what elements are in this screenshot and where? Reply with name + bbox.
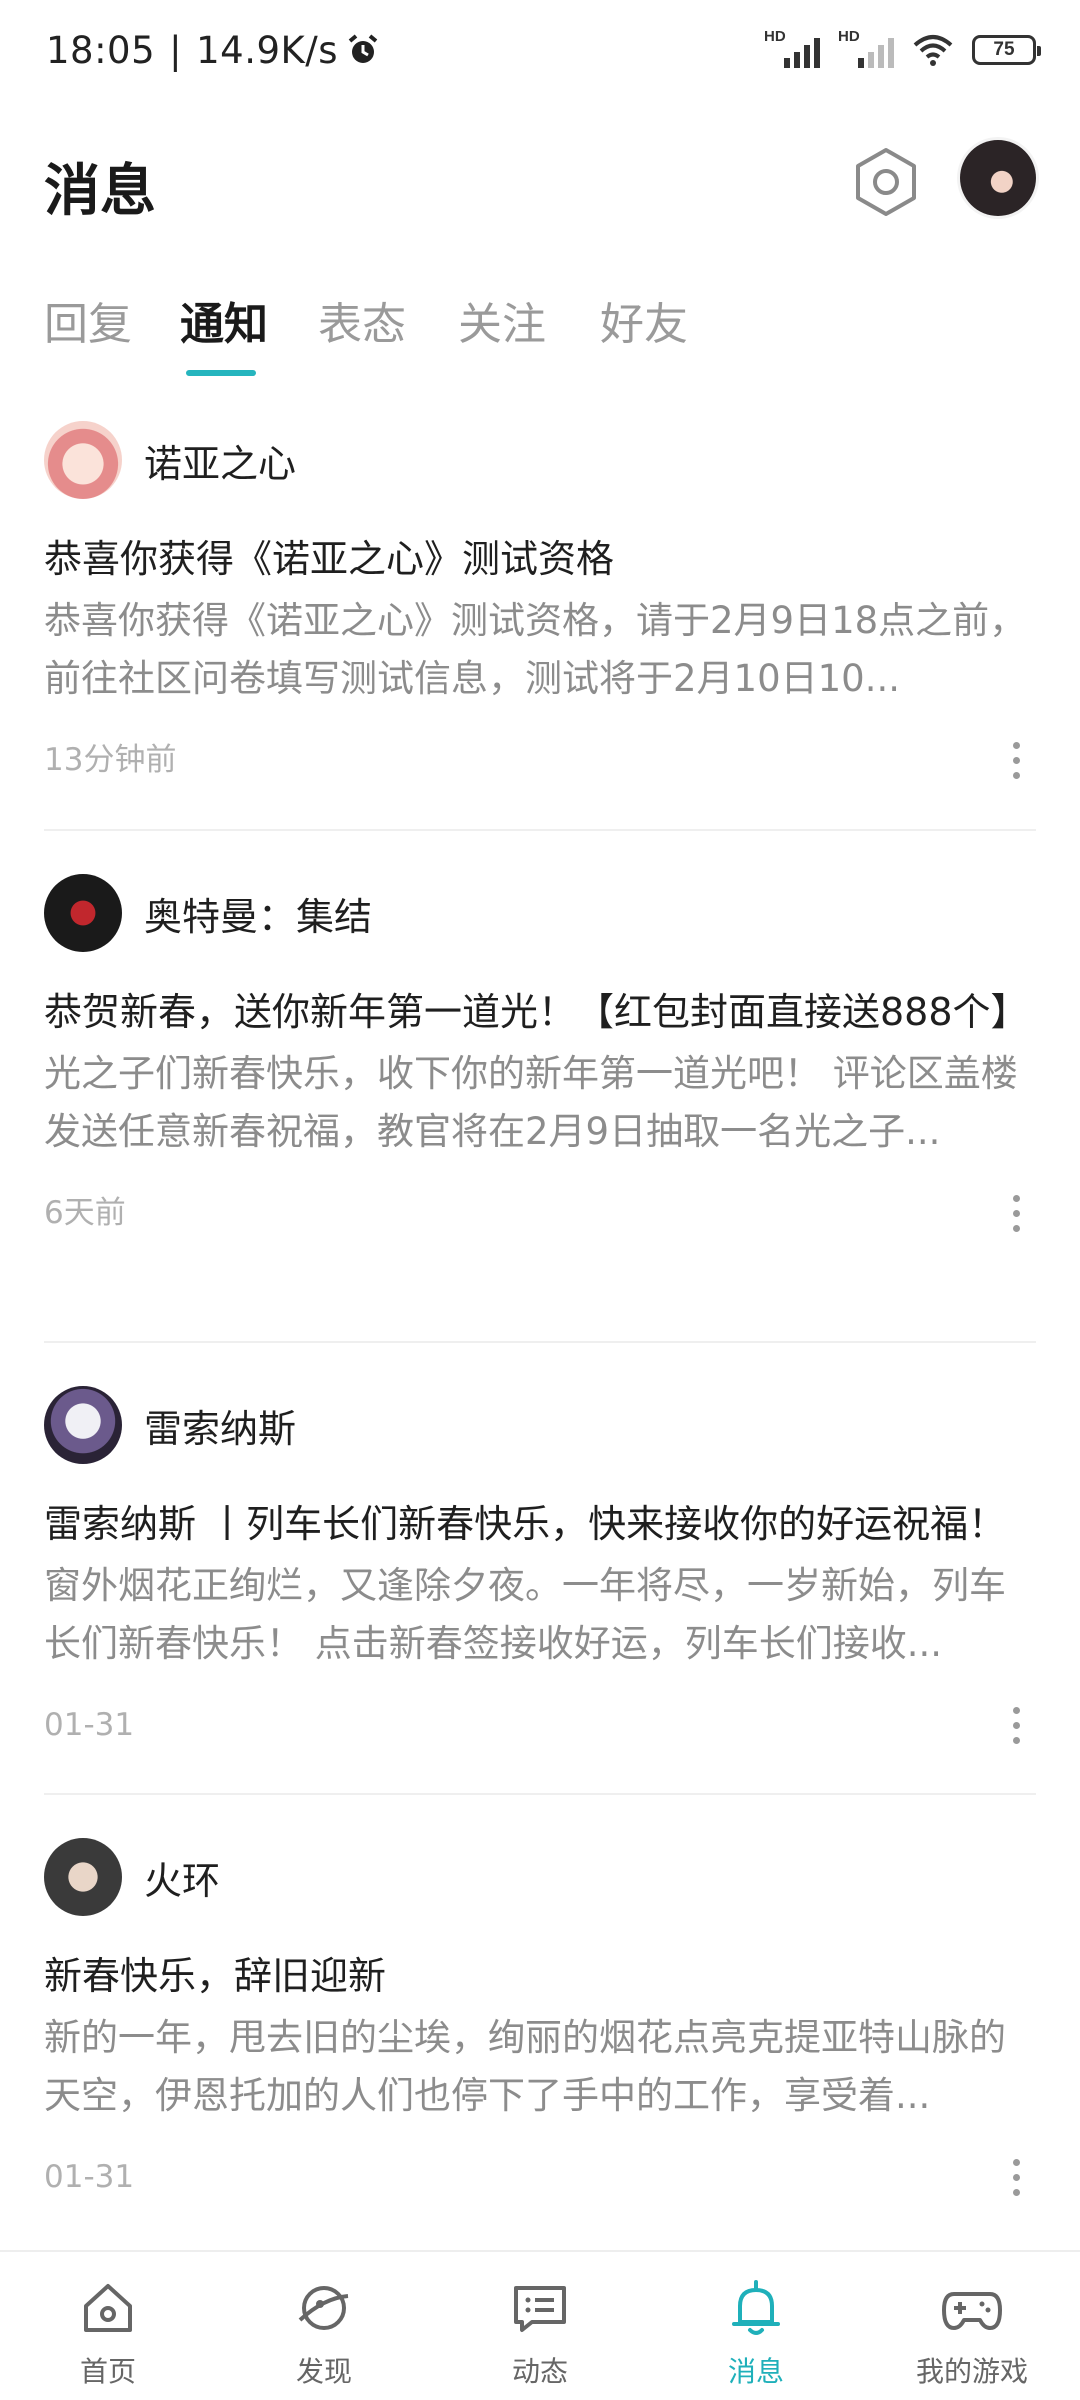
sender-avatar[interactable] xyxy=(44,1838,122,1916)
hd-label: HD xyxy=(838,28,860,45)
notification-time: 13分钟前 xyxy=(44,742,177,778)
card-header: 诺亚之心 xyxy=(44,420,1036,500)
tab-reply[interactable]: 回复 xyxy=(44,288,132,352)
card-footer: 13分钟前 xyxy=(44,730,1036,790)
nav-label: 首页 xyxy=(79,2355,136,2388)
divider xyxy=(44,829,1036,831)
tab-follows[interactable]: 关注 xyxy=(458,288,546,352)
notification-title: 恭贺新春，送你新年第一道光！【红包封面直接送888个】 xyxy=(44,990,1029,1034)
divider xyxy=(44,1341,1036,1343)
notification-title: 恭喜你获得《诺亚之心》测试资格 xyxy=(44,537,615,581)
feed-icon xyxy=(514,2286,566,2332)
nav-label: 动态 xyxy=(511,2355,568,2388)
nav-home[interactable]: 首页 xyxy=(0,2252,216,2400)
tab-indicator xyxy=(186,370,256,376)
tab-notifications[interactable]: 通知 xyxy=(180,288,268,352)
nav-messages[interactable]: 消息 xyxy=(648,2252,864,2400)
settings-button[interactable] xyxy=(850,142,922,222)
more-options-icon[interactable] xyxy=(996,1189,1036,1237)
more-options-icon[interactable] xyxy=(996,2153,1036,2201)
sender-name[interactable]: 雷索纳斯 xyxy=(144,1398,296,1453)
notification-card[interactable]: 雷索纳斯 雷索纳斯 丨列车长们新春快乐，快来接收你的好运祝福！ 窗外烟花正绚烂，… xyxy=(44,1385,1036,1755)
tab-friends[interactable]: 好友 xyxy=(600,288,688,352)
notification-card[interactable]: 奥特曼：集结 恭贺新春，送你新年第一道光！【红包封面直接送888个】 光之子们新… xyxy=(44,873,1036,1243)
battery-icon: 75 xyxy=(972,35,1041,65)
notification-title: 雷索纳斯 丨列车长们新春快乐，快来接收你的好运祝福！ xyxy=(44,1502,1007,1546)
card-footer: 01-31 xyxy=(44,1695,1036,1755)
more-options-icon[interactable] xyxy=(996,736,1036,784)
tab-bar: 回复 通知 表态 关注 好友 xyxy=(0,270,1080,380)
notification-time: 01-31 xyxy=(44,1707,135,1743)
nav-label: 我的游戏 xyxy=(915,2355,1028,2388)
bell-icon xyxy=(732,2280,780,2335)
notification-time: 6天前 xyxy=(44,1195,126,1231)
notification-card[interactable]: 诺亚之心 恭喜你获得《诺亚之心》测试资格 恭喜你获得《诺亚之心》测试资格，请于2… xyxy=(44,420,1036,790)
status-separator: | xyxy=(169,28,183,72)
notification-card[interactable]: 火环 新春快乐，辞旧迎新 新的一年，甩去旧的尘埃，绚丽的烟花点亮克提亚特山脉的天… xyxy=(44,1837,1036,2207)
notification-body: 新的一年，甩去旧的尘埃，绚丽的烟花点亮克提亚特山脉的天空，伊恩托加的人们也停下了… xyxy=(44,2016,1006,2117)
card-footer: 01-31 xyxy=(44,2147,1036,2207)
status-left: 18:05 | 14.9K/s xyxy=(46,29,380,72)
user-avatar[interactable] xyxy=(960,140,1036,216)
nav-my-games[interactable]: 我的游戏 xyxy=(864,2252,1080,2400)
hd-label: HD xyxy=(764,28,786,45)
gamepad-icon xyxy=(942,2292,1002,2330)
sender-avatar[interactable] xyxy=(44,421,122,499)
header: 消息 xyxy=(0,130,1080,240)
network-speed: 14.9K/s xyxy=(196,28,338,72)
more-options-icon[interactable] xyxy=(996,1701,1036,1749)
card-footer: 6天前 xyxy=(44,1183,1036,1243)
wifi-icon xyxy=(913,35,953,66)
sender-name[interactable]: 诺亚之心 xyxy=(144,433,296,488)
notification-body: 光之子们新春快乐，收下你的新年第一道光吧！ 评论区盖楼发送任意新春祝福，教官将在… xyxy=(44,1052,1018,1153)
home-icon xyxy=(84,2284,132,2332)
card-header: 火环 xyxy=(44,1837,1036,1917)
discover-icon xyxy=(298,2286,349,2330)
sender-name[interactable]: 奥特曼：集结 xyxy=(144,886,372,941)
notification-time: 01-31 xyxy=(44,2159,135,2195)
signal-2-icon: HD xyxy=(838,28,894,68)
bottom-nav: 首页 发现 动态 消息 我的游戏 xyxy=(0,2250,1080,2400)
settings-icon xyxy=(856,148,916,216)
nav-label: 消息 xyxy=(727,2355,784,2388)
status-bar: 18:05 | 14.9K/s HD HD 75 xyxy=(0,0,1080,100)
sender-avatar[interactable] xyxy=(44,1386,122,1464)
tab-reactions[interactable]: 表态 xyxy=(318,288,406,352)
status-time: 18:05 xyxy=(46,28,156,72)
notification-title: 新春快乐，辞旧迎新 xyxy=(44,1954,387,1998)
signal-1-icon: HD xyxy=(764,28,820,68)
card-header: 雷索纳斯 xyxy=(44,1385,1036,1465)
sender-avatar[interactable] xyxy=(44,874,122,952)
battery-level: 75 xyxy=(993,39,1015,60)
nav-discover[interactable]: 发现 xyxy=(216,2252,432,2400)
nav-feed[interactable]: 动态 xyxy=(432,2252,648,2400)
nav-label: 发现 xyxy=(295,2355,352,2388)
divider xyxy=(44,1793,1036,1795)
page-title: 消息 xyxy=(44,159,156,224)
status-right: HD HD 75 xyxy=(764,28,1041,68)
alarm-icon xyxy=(348,34,378,63)
sender-name[interactable]: 火环 xyxy=(144,1850,220,1905)
card-header: 奥特曼：集结 xyxy=(44,873,1036,953)
notification-body: 恭喜你获得《诺亚之心》测试资格，请于2月9日18点之前，前往社区问卷填写测试信息… xyxy=(44,599,1027,700)
notification-body: 窗外烟花正绚烂，又逢除夕夜。一年将尽，一岁新始，列车长们新春快乐！ 点击新春签接… xyxy=(44,1564,1006,1665)
